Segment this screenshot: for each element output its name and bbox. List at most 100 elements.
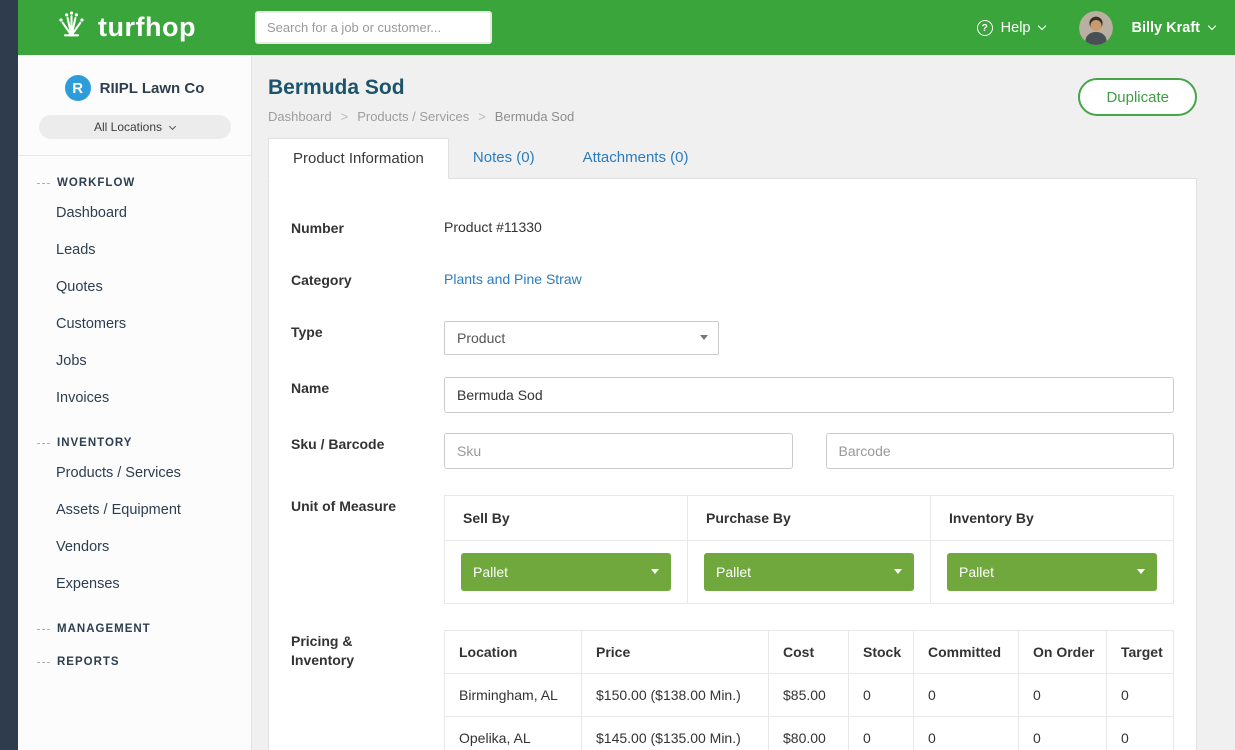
tab-product-information[interactable]: Product Information bbox=[268, 138, 449, 179]
sidebar-item-leads[interactable]: Leads bbox=[18, 231, 251, 268]
sidebar-item-invoices[interactable]: Invoices bbox=[18, 379, 251, 416]
chevron-down-icon bbox=[169, 122, 176, 129]
section-dash-icon bbox=[37, 629, 50, 630]
table-row: Birmingham, AL $150.00 ($138.00 Min.) $8… bbox=[445, 673, 1174, 716]
chevron-down-icon bbox=[1037, 21, 1045, 29]
sidebar-nav: WORKFLOW Dashboard Leads Quotes Customer… bbox=[18, 177, 251, 668]
help-menu[interactable]: ? Help bbox=[977, 20, 1045, 36]
chevron-down-icon bbox=[894, 569, 902, 574]
sell-by-value: Pallet bbox=[473, 564, 508, 580]
section-label: MANAGEMENT bbox=[57, 623, 151, 635]
page-header: Bermuda Sod Dashboard > Products / Servi… bbox=[268, 76, 1197, 124]
tab-notes[interactable]: Notes (0) bbox=[449, 138, 559, 178]
chevron-down-icon bbox=[651, 569, 659, 574]
sidebar-section-management[interactable]: MANAGEMENT bbox=[18, 623, 251, 635]
sidebar: R RIIPL Lawn Co All Locations WORKFLOW D… bbox=[18, 55, 252, 750]
uom-col-sell-by: Sell By bbox=[445, 495, 688, 540]
type-label: Type bbox=[291, 321, 444, 355]
sidebar-item-assets-equipment[interactable]: Assets / Equipment bbox=[18, 491, 251, 528]
sell-by-dropdown[interactable]: Pallet bbox=[461, 553, 671, 591]
company-header: R RIIPL Lawn Co bbox=[18, 75, 251, 101]
category-label: Category bbox=[291, 269, 444, 290]
section-label: INVENTORY bbox=[57, 437, 132, 449]
turfhop-logo-icon bbox=[54, 10, 89, 45]
stock-cell: 0 bbox=[849, 716, 914, 750]
number-row: Number Product #11330 bbox=[291, 217, 1174, 238]
brand-logo[interactable]: turfhop bbox=[54, 0, 196, 55]
uom-col-purchase-by: Purchase By bbox=[688, 495, 931, 540]
sku-barcode-label: Sku / Barcode bbox=[291, 433, 444, 469]
section-label: REPORTS bbox=[57, 656, 120, 668]
location-link[interactable]: Opelika, AL bbox=[445, 716, 582, 750]
sku-input[interactable] bbox=[444, 433, 793, 469]
purchase-by-dropdown[interactable]: Pallet bbox=[704, 553, 914, 591]
sidebar-item-jobs[interactable]: Jobs bbox=[18, 342, 251, 379]
name-input[interactable] bbox=[444, 377, 1174, 413]
stock-cell: 0 bbox=[849, 673, 914, 716]
top-right-menu: ? Help Billy Kraft bbox=[977, 0, 1215, 55]
user-name: Billy Kraft bbox=[1132, 20, 1201, 36]
sidebar-item-quotes[interactable]: Quotes bbox=[18, 268, 251, 305]
sidebar-divider bbox=[18, 155, 251, 156]
price-cell: $145.00 ($135.00 Min.) bbox=[582, 716, 769, 750]
breadcrumb-products-services[interactable]: Products / Services bbox=[357, 109, 469, 124]
global-search bbox=[255, 11, 492, 44]
duplicate-button[interactable]: Duplicate bbox=[1078, 78, 1197, 116]
purchase-by-value: Pallet bbox=[716, 564, 751, 580]
pricing-inventory-row: Pricing & Inventory Location Price Cost … bbox=[291, 630, 1174, 750]
sidebar-item-vendors[interactable]: Vendors bbox=[18, 528, 251, 565]
search-input[interactable] bbox=[255, 11, 492, 44]
chevron-down-icon bbox=[700, 335, 708, 340]
user-menu[interactable]: Billy Kraft bbox=[1079, 11, 1216, 45]
brand-name: turfhop bbox=[98, 12, 196, 43]
sidebar-item-products-services[interactable]: Products / Services bbox=[18, 454, 251, 491]
on-order-cell: 0 bbox=[1019, 673, 1107, 716]
committed-cell: 0 bbox=[914, 673, 1019, 716]
breadcrumb: Dashboard > Products / Services > Bermud… bbox=[268, 109, 574, 124]
section-dash-icon bbox=[37, 183, 50, 184]
company-name: RIIPL Lawn Co bbox=[100, 80, 205, 97]
page-title: Bermuda Sod bbox=[268, 76, 574, 100]
col-cost: Cost bbox=[769, 630, 849, 673]
cost-cell: $85.00 bbox=[769, 673, 849, 716]
name-row: Name bbox=[291, 377, 1174, 413]
sidebar-item-expenses[interactable]: Expenses bbox=[18, 565, 251, 602]
type-selected-value: Product bbox=[457, 330, 505, 346]
cost-cell: $80.00 bbox=[769, 716, 849, 750]
number-value: Product #11330 bbox=[444, 217, 1174, 235]
inventory-by-dropdown[interactable]: Pallet bbox=[947, 553, 1157, 591]
breadcrumb-separator: > bbox=[341, 109, 349, 124]
col-committed: Committed bbox=[914, 630, 1019, 673]
col-target: Target bbox=[1107, 630, 1174, 673]
target-cell: 0 bbox=[1107, 673, 1174, 716]
sidebar-item-dashboard[interactable]: Dashboard bbox=[18, 194, 251, 231]
section-dash-icon bbox=[37, 662, 50, 663]
col-on-order: On Order bbox=[1019, 630, 1107, 673]
location-link[interactable]: Birmingham, AL bbox=[445, 673, 582, 716]
company-logo-icon: R bbox=[65, 75, 91, 101]
uom-col-inventory-by: Inventory By bbox=[931, 495, 1174, 540]
help-icon: ? bbox=[977, 20, 993, 36]
col-price: Price bbox=[582, 630, 769, 673]
pricing-inventory-label: Pricing & Inventory bbox=[291, 630, 444, 750]
section-dash-icon bbox=[37, 443, 50, 444]
tab-attachments[interactable]: Attachments (0) bbox=[559, 138, 713, 178]
price-cell: $150.00 ($138.00 Min.) bbox=[582, 673, 769, 716]
main-content: Bermuda Sod Dashboard > Products / Servi… bbox=[252, 55, 1235, 750]
help-label: Help bbox=[1001, 20, 1031, 36]
all-locations-dropdown[interactable]: All Locations bbox=[39, 115, 231, 139]
breadcrumb-current: Bermuda Sod bbox=[495, 109, 575, 124]
all-locations-label: All Locations bbox=[94, 120, 162, 134]
barcode-input[interactable] bbox=[826, 433, 1175, 469]
sidebar-section-workflow: WORKFLOW bbox=[18, 177, 251, 189]
breadcrumb-dashboard[interactable]: Dashboard bbox=[268, 109, 332, 124]
sidebar-item-customers[interactable]: Customers bbox=[18, 305, 251, 342]
chevron-down-icon bbox=[1208, 21, 1216, 29]
name-label: Name bbox=[291, 377, 444, 413]
col-stock: Stock bbox=[849, 630, 914, 673]
sidebar-section-reports[interactable]: REPORTS bbox=[18, 656, 251, 668]
category-link[interactable]: Plants and Pine Straw bbox=[444, 269, 1174, 287]
number-label: Number bbox=[291, 217, 444, 238]
type-select[interactable]: Product bbox=[444, 321, 719, 355]
sku-barcode-row: Sku / Barcode bbox=[291, 433, 1174, 469]
